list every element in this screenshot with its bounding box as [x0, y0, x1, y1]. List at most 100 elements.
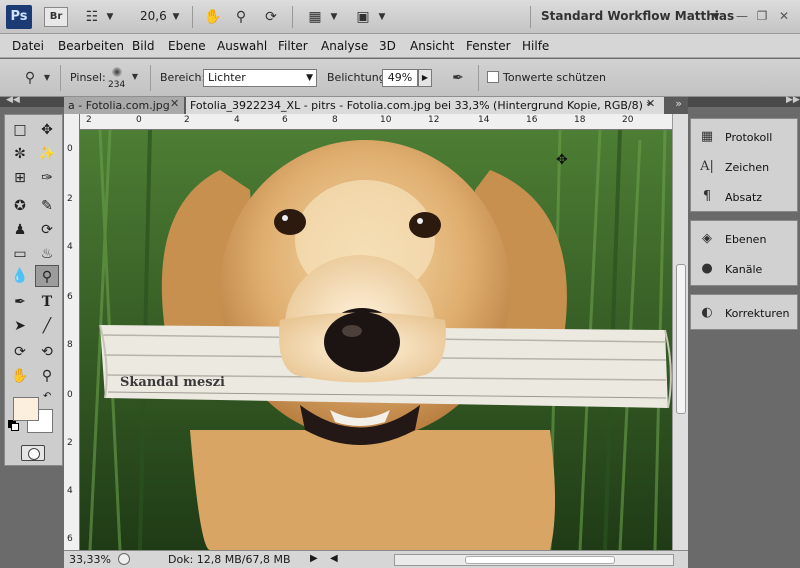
chevron-down-icon[interactable]: ▼	[328, 7, 340, 27]
hand-tool-icon[interactable]: ✋	[202, 7, 224, 27]
view-extras-icon[interactable]: ☷	[82, 7, 102, 27]
chevron-down-icon[interactable]: ▼	[376, 7, 388, 27]
panel-ebenen[interactable]: ◈ Ebenen	[691, 225, 799, 253]
menu-bar: Datei Bearbeiten Bild Ebene Auswahl Filt…	[0, 34, 800, 58]
tab-document-2[interactable]: Fotolia_3922234_XL - pitrs - Fotolia.com…	[186, 97, 664, 114]
crop-tool-icon[interactable]: ⊞	[8, 167, 32, 189]
exposure-input[interactable]: 49%	[382, 69, 418, 87]
menu-3d[interactable]: 3D	[379, 39, 396, 53]
chevron-down-icon[interactable]: ▼	[170, 7, 182, 27]
history-brush-tool-icon[interactable]: ⟳	[35, 219, 59, 241]
paint-bucket-tool-icon[interactable]: ♨	[35, 243, 59, 265]
menu-datei[interactable]: Datei	[12, 39, 44, 53]
default-colors-icon[interactable]	[11, 423, 19, 431]
collapse-toolbox-icon[interactable]: ◀◀	[6, 95, 20, 105]
brush-preview-icon[interactable]	[112, 67, 122, 77]
panel-label: Absatz	[725, 191, 763, 204]
panel-absatz[interactable]: ¶ Absatz	[691, 183, 799, 211]
chevron-down-icon[interactable]: ▼	[710, 7, 722, 27]
dodge-tool-preset-icon[interactable]: ⚲	[20, 68, 40, 88]
clone-stamp-tool-icon[interactable]: ♟	[8, 219, 32, 241]
panel-protokoll[interactable]: ▦ Protokoll	[691, 123, 799, 151]
close-icon[interactable]: ✕	[776, 8, 792, 24]
close-icon[interactable]: ✕	[170, 97, 179, 110]
ruler-tick-label: 4	[234, 115, 240, 125]
panel-label: Ebenen	[725, 233, 767, 246]
exposure-slider-toggle[interactable]: ▶	[418, 69, 432, 87]
launch-bridge-button[interactable]: Br	[44, 7, 68, 27]
eyedropper-tool-icon[interactable]: ✑	[35, 167, 59, 189]
menu-auswahl[interactable]: Auswahl	[217, 39, 267, 53]
menu-filter[interactable]: Filter	[278, 39, 308, 53]
chevron-down-icon[interactable]: ▼	[42, 68, 52, 88]
panel-zeichen[interactable]: A| Zeichen	[691, 153, 799, 181]
brush-size-value: 234	[108, 80, 126, 90]
vertical-scroll-thumb[interactable]	[676, 264, 686, 414]
menu-bearbeiten[interactable]: Bearbeiten	[58, 39, 124, 53]
zoom-tool-icon[interactable]: ⚲	[230, 7, 252, 27]
tab-document-1[interactable]: a - Fotolia.com.jpg	[64, 97, 184, 114]
history-icon: ▦	[700, 129, 714, 144]
menu-bild[interactable]: Bild	[132, 39, 155, 53]
chevron-down-icon[interactable]: ▼	[104, 7, 116, 27]
arrange-documents-icon[interactable]: ▦	[304, 7, 326, 27]
scroll-left-icon[interactable]: ◀	[330, 553, 338, 564]
ruler-tick-label: 6	[67, 292, 73, 302]
chevron-down-icon[interactable]: ▼	[130, 67, 140, 87]
panel-korrekturen[interactable]: ◐ Korrekturen	[691, 299, 799, 327]
panel-group-history-type: ▦ Protokoll A| Zeichen ¶ Absatz	[690, 118, 798, 212]
3d-orbit-tool-icon[interactable]: ⟲	[35, 341, 59, 363]
horizontal-ruler[interactable]: 2 0 2 4 6 8 10 12 14 16 18 20	[64, 114, 672, 130]
dodge-tool-icon[interactable]: ⚲	[35, 265, 59, 287]
menu-ansicht[interactable]: Ansicht	[410, 39, 454, 53]
menu-ebene[interactable]: Ebene	[168, 39, 206, 53]
menu-analyse[interactable]: Analyse	[321, 39, 368, 53]
zoom-tool-icon[interactable]: ⚲	[35, 365, 59, 387]
zoom-level-dropdown[interactable]: 20,6	[140, 9, 167, 23]
move-tool-icon[interactable]: ✥	[35, 119, 59, 141]
eraser-tool-icon[interactable]: ▭	[8, 243, 32, 265]
foreground-color-swatch[interactable]	[13, 397, 39, 421]
hand-tool-icon[interactable]: ✋	[8, 365, 32, 387]
menu-fenster[interactable]: Fenster	[466, 39, 511, 53]
brush-tool-icon[interactable]: ✎	[35, 195, 59, 217]
screen-mode-icon[interactable]: ▣	[352, 7, 374, 27]
ruler-tick-label: 6	[67, 534, 73, 544]
type-tool-icon[interactable]: T	[35, 291, 59, 313]
menu-hilfe[interactable]: Hilfe	[522, 39, 549, 53]
divider	[150, 65, 151, 91]
line-tool-icon[interactable]: ╱	[35, 315, 59, 337]
magic-wand-tool-icon[interactable]: ✨	[35, 143, 59, 165]
3d-rotate-tool-icon[interactable]: ⟳	[8, 341, 32, 363]
path-selection-tool-icon[interactable]: ➤	[8, 315, 32, 337]
pen-tool-icon[interactable]: ✒	[8, 291, 32, 313]
minimize-icon[interactable]: —	[734, 8, 750, 24]
restore-icon[interactable]: ❐	[754, 8, 770, 24]
blur-tool-icon[interactable]: 💧	[8, 265, 32, 287]
vertical-ruler[interactable]: 0 2 4 6 8 0 2 4 6	[64, 114, 80, 550]
ruler-tick-label: 20	[622, 115, 634, 125]
healing-brush-tool-icon[interactable]: ✪	[8, 195, 32, 217]
workspace-switcher[interactable]: Standard Workflow Matthias	[541, 9, 734, 23]
airbrush-icon[interactable]: ✒	[448, 68, 468, 88]
document-canvas[interactable]: Skandal meszi ✥	[80, 130, 672, 550]
status-zoom[interactable]: 33,33%	[69, 553, 111, 566]
panel-label: Zeichen	[725, 161, 770, 174]
vertical-scrollbar[interactable]	[672, 114, 688, 550]
lasso-tool-icon[interactable]: ✼	[8, 143, 32, 165]
rotate-view-icon[interactable]: ⟳	[260, 7, 282, 27]
protect-tones-checkbox[interactable]	[487, 71, 499, 83]
collapse-panels-icon[interactable]: ▶▶	[786, 95, 800, 105]
horizontal-scrollbar[interactable]	[394, 554, 674, 566]
panel-kanaele[interactable]: ● Kanäle	[691, 255, 799, 283]
ruler-tick-label: 14	[478, 115, 490, 125]
range-select[interactable]: Lichter ▼	[203, 69, 317, 87]
close-icon[interactable]: ✕	[646, 97, 655, 110]
status-menu-arrow-icon[interactable]: ▶	[310, 553, 318, 564]
horizontal-scroll-thumb[interactable]	[465, 556, 615, 564]
more-tabs-icon[interactable]: »	[675, 97, 682, 110]
status-info-icon[interactable]	[118, 553, 130, 565]
swap-colors-icon[interactable]: ↶	[43, 391, 51, 402]
marquee-tool-icon[interactable]: □	[8, 119, 32, 141]
quick-mask-button[interactable]	[21, 445, 45, 461]
